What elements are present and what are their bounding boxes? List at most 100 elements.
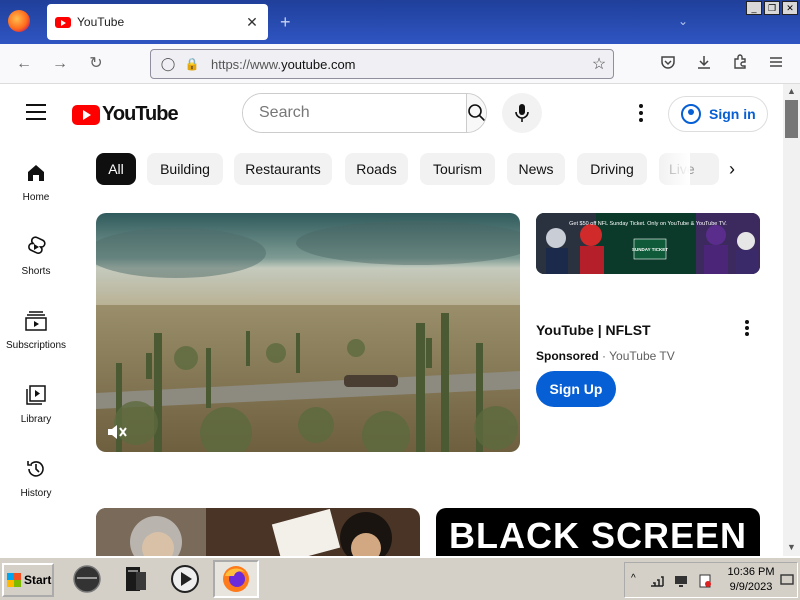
scroll-down-arrow-icon[interactable]: ▼ <box>783 542 800 554</box>
sidebar-item-label: History <box>20 488 52 499</box>
subscriptions-icon <box>25 310 47 332</box>
windows-flag-icon <box>7 573 21 587</box>
helmet-app-icon <box>73 565 101 593</box>
nfl-sunday-ticket-banner: Get $50 off NFL Sunday Ticket. Only on Y… <box>536 213 760 274</box>
scroll-thumb[interactable] <box>785 100 798 138</box>
restore-button[interactable]: ❐ <box>764 1 780 15</box>
meta-separator: · <box>602 349 607 363</box>
pocket-icon[interactable] <box>658 54 678 74</box>
tray-expand-icon[interactable]: ^ <box>631 573 636 584</box>
sidebar-item-label: Shorts <box>21 266 51 277</box>
ad-banner-image[interactable]: Get $50 off NFL Sunday Ticket. Only on Y… <box>536 213 760 274</box>
search-input[interactable] <box>243 94 466 132</box>
close-window-button[interactable]: ✕ <box>782 1 798 15</box>
youtube-play-logo-icon <box>72 104 100 125</box>
lock-icon[interactable]: 🔒 <box>181 57 203 71</box>
ad-more-options-icon[interactable] <box>740 318 754 338</box>
home-icon <box>25 162 47 184</box>
youtube-favicon-icon <box>55 16 71 28</box>
search-button[interactable] <box>466 94 486 132</box>
sidebar-item-subscriptions[interactable]: Subscriptions <box>0 292 72 362</box>
shorts-icon <box>25 236 47 258</box>
sign-in-button[interactable]: Sign in <box>668 96 768 132</box>
sign-up-button[interactable]: Sign Up <box>536 371 616 407</box>
firefox-taskbar-icon <box>223 566 249 592</box>
featured-video-player[interactable] <box>96 213 520 452</box>
interview-thumbnail-image <box>96 508 420 556</box>
tab-title: YouTube <box>77 15 125 29</box>
ad-meta: Sponsored · YouTube TV <box>536 349 675 363</box>
chip-restaurants[interactable]: Restaurants <box>234 153 332 185</box>
muted-speaker-icon[interactable] <box>106 422 128 442</box>
sign-in-label: Sign in <box>709 106 756 122</box>
show-desktop-icon[interactable] <box>780 573 794 587</box>
start-button[interactable]: Start <box>2 563 54 597</box>
chip-news[interactable]: News <box>507 153 565 185</box>
start-label: Start <box>24 573 52 587</box>
firefox-logo-icon[interactable] <box>8 10 30 32</box>
sidebar-item-history[interactable]: History <box>0 440 72 510</box>
ad-title[interactable]: YouTube | NFLST <box>536 322 651 338</box>
forward-arrow-icon[interactable]: → <box>50 54 70 74</box>
browser-tab-bar: YouTube ✕ + ⌄ _ ❐ ✕ <box>0 0 800 44</box>
guide-menu-icon[interactable] <box>26 104 46 120</box>
desert-video-frame <box>96 213 520 452</box>
sidebar-item-home[interactable]: Home <box>0 144 72 214</box>
bookmark-star-icon[interactable]: ☆ <box>585 54 613 74</box>
tracking-protection-shield-icon[interactable]: ◯ <box>155 56 181 72</box>
voice-search-button[interactable] <box>502 93 542 133</box>
ad-banner-badge: SUNDAY TICKET <box>632 247 668 252</box>
app-menu-icon[interactable] <box>766 54 786 74</box>
chip-tourism[interactable]: Tourism <box>420 153 495 185</box>
sidebar-item-label: Library <box>20 414 52 425</box>
sponsored-label: Sponsored <box>536 349 599 363</box>
network-icon[interactable] <box>649 573 665 589</box>
address-bar[interactable]: ◯ 🔒 https://www.youtube.com ☆ <box>150 49 614 79</box>
taskbar-app-3[interactable] <box>168 562 202 596</box>
new-tab-button[interactable]: + <box>280 12 291 33</box>
security-alert-icon[interactable] <box>697 573 713 589</box>
chip-all[interactable]: All <box>96 153 136 185</box>
url-prefix: https://www. <box>211 56 282 72</box>
chip-fade <box>660 153 690 185</box>
reload-icon[interactable]: ↻ <box>86 54 106 74</box>
tab-close-button[interactable]: ✕ <box>244 14 260 31</box>
scroll-up-arrow-icon[interactable]: ▲ <box>783 86 800 98</box>
search-box <box>242 93 487 133</box>
chip-roads[interactable]: Roads <box>345 153 408 185</box>
chip-building[interactable]: Building <box>147 153 223 185</box>
taskbar-app-1[interactable] <box>70 562 104 596</box>
chip-driving[interactable]: Driving <box>577 153 647 185</box>
video-thumbnail[interactable] <box>96 508 420 556</box>
downloads-icon[interactable] <box>694 54 714 74</box>
windows-taskbar: Start ^ 10:36 PM 9/9/2023 <box>0 556 800 600</box>
minimize-button[interactable]: _ <box>746 1 762 15</box>
list-all-tabs-chevron-icon[interactable]: ⌄ <box>678 14 688 28</box>
youtube-logo[interactable]: YouTube <box>72 103 179 126</box>
microphone-icon <box>515 104 529 122</box>
tab-youtube[interactable]: YouTube ✕ <box>47 4 268 40</box>
account-circle-icon <box>681 104 701 124</box>
clock[interactable]: 10:36 PM 9/9/2023 <box>721 565 781 595</box>
url-text[interactable]: https://www.youtube.com <box>203 57 585 72</box>
sidebar-item-shorts[interactable]: Shorts <box>0 218 72 288</box>
clock-time: 10:36 PM <box>727 566 775 578</box>
clock-date: 9/9/2023 <box>729 581 773 593</box>
library-icon <box>25 384 47 406</box>
taskbar-app-2[interactable] <box>118 562 152 596</box>
ad-banner-text: Get $50 off NFL Sunday Ticket. Only on Y… <box>569 221 727 227</box>
chip-next-chevron-icon[interactable]: › <box>718 153 746 185</box>
search-icon <box>468 104 486 122</box>
system-tray: ^ 10:36 PM 9/9/2023 <box>624 562 798 598</box>
history-icon <box>25 458 47 480</box>
extensions-puzzle-icon[interactable] <box>730 54 750 74</box>
taskbar-firefox[interactable] <box>213 560 259 598</box>
youtube-masthead: YouTube Sign in <box>0 84 783 144</box>
sidebar-item-library[interactable]: Library <box>0 366 72 436</box>
video-thumbnail-black-screen[interactable]: BLACK SCREEN <box>436 508 760 556</box>
window-controls: _ ❐ ✕ <box>746 1 798 15</box>
page-scrollbar[interactable]: ▲ ▼ <box>783 84 800 556</box>
display-icon[interactable] <box>673 573 689 589</box>
back-arrow-icon[interactable]: ← <box>14 54 34 74</box>
settings-kebab-icon[interactable] <box>632 102 650 124</box>
